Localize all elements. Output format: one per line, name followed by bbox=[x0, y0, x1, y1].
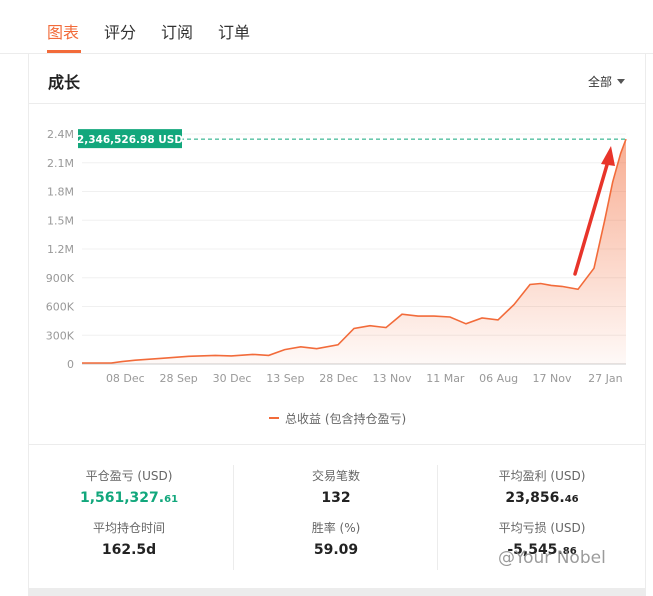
chart-legend: 总收益 (包含持仓盈亏) bbox=[269, 410, 406, 427]
x-tick-label: 27 Jan bbox=[588, 372, 622, 385]
x-tick-label: 17 Nov bbox=[533, 372, 572, 385]
stat-label: 平均亏损 (USD) bbox=[498, 521, 586, 535]
stat-value-main: 23,856. bbox=[505, 490, 565, 506]
stats-divider bbox=[437, 465, 438, 570]
y-tick-label: 1.2M bbox=[47, 243, 74, 256]
max-value-label: 2,346,526.98 USD bbox=[77, 134, 183, 146]
y-tick-label: 1.5M bbox=[47, 214, 74, 227]
y-tick-label: 2.1M bbox=[47, 157, 74, 170]
x-tick-label: 28 Sep bbox=[160, 372, 198, 385]
x-tick-label: 11 Mar bbox=[426, 372, 465, 385]
x-tick-label: 13 Nov bbox=[373, 372, 412, 385]
stat-trade-count: 交易笔数 132 bbox=[241, 467, 431, 506]
stat-closed-pnl: 平仓盈亏 (USD) 1,561,327.61 bbox=[34, 467, 224, 506]
stat-value-fraction: 46 bbox=[564, 494, 579, 505]
y-tick-label: 300K bbox=[46, 329, 75, 342]
stats-divider bbox=[233, 465, 234, 570]
legend-swatch bbox=[269, 417, 279, 419]
legend-label: 总收益 (包含持仓盈亏) bbox=[285, 412, 407, 426]
y-tick-label: 0 bbox=[67, 358, 74, 371]
y-tick-label: 600K bbox=[46, 301, 75, 314]
x-tick-label: 30 Dec bbox=[213, 372, 252, 385]
bottom-divider-bar bbox=[28, 588, 646, 596]
x-tick-label: 13 Sep bbox=[266, 372, 304, 385]
stat-value: 1,561,327.61 bbox=[34, 490, 224, 506]
stat-value: 162.5d bbox=[101, 542, 157, 558]
watermark: @Your Nobel bbox=[498, 548, 606, 568]
stat-label: 平仓盈亏 (USD) bbox=[85, 469, 173, 483]
stat-label: 胜率 (%) bbox=[311, 521, 361, 535]
y-tick-label: 900K bbox=[46, 272, 75, 285]
stat-label: 平均持仓时间 bbox=[92, 521, 165, 535]
x-tick-label: 06 Aug bbox=[479, 372, 518, 385]
x-tick-label: 08 Dec bbox=[106, 372, 145, 385]
y-tick-label: 1.8M bbox=[47, 186, 74, 199]
stat-win-rate: 胜率 (%) 59.09 bbox=[241, 519, 431, 558]
series-area-fill bbox=[82, 139, 626, 364]
stat-value: 23,856.46 bbox=[447, 490, 637, 506]
stat-value-main: 1,561,327. bbox=[79, 490, 165, 506]
y-tick-label: 2.4M bbox=[47, 128, 74, 141]
stat-label: 平均盈利 (USD) bbox=[498, 469, 586, 483]
stat-label: 交易笔数 bbox=[311, 469, 360, 483]
stat-value: 59.09 bbox=[313, 542, 359, 558]
stat-value: 132 bbox=[321, 490, 351, 506]
stat-avg-hold-time: 平均持仓时间 162.5d bbox=[34, 519, 224, 558]
annotation-arrow-head bbox=[601, 146, 615, 166]
stat-value-fraction: 61 bbox=[164, 494, 179, 505]
stat-avg-profit: 平均盈利 (USD) 23,856.46 bbox=[447, 467, 637, 506]
x-tick-label: 28 Dec bbox=[319, 372, 358, 385]
